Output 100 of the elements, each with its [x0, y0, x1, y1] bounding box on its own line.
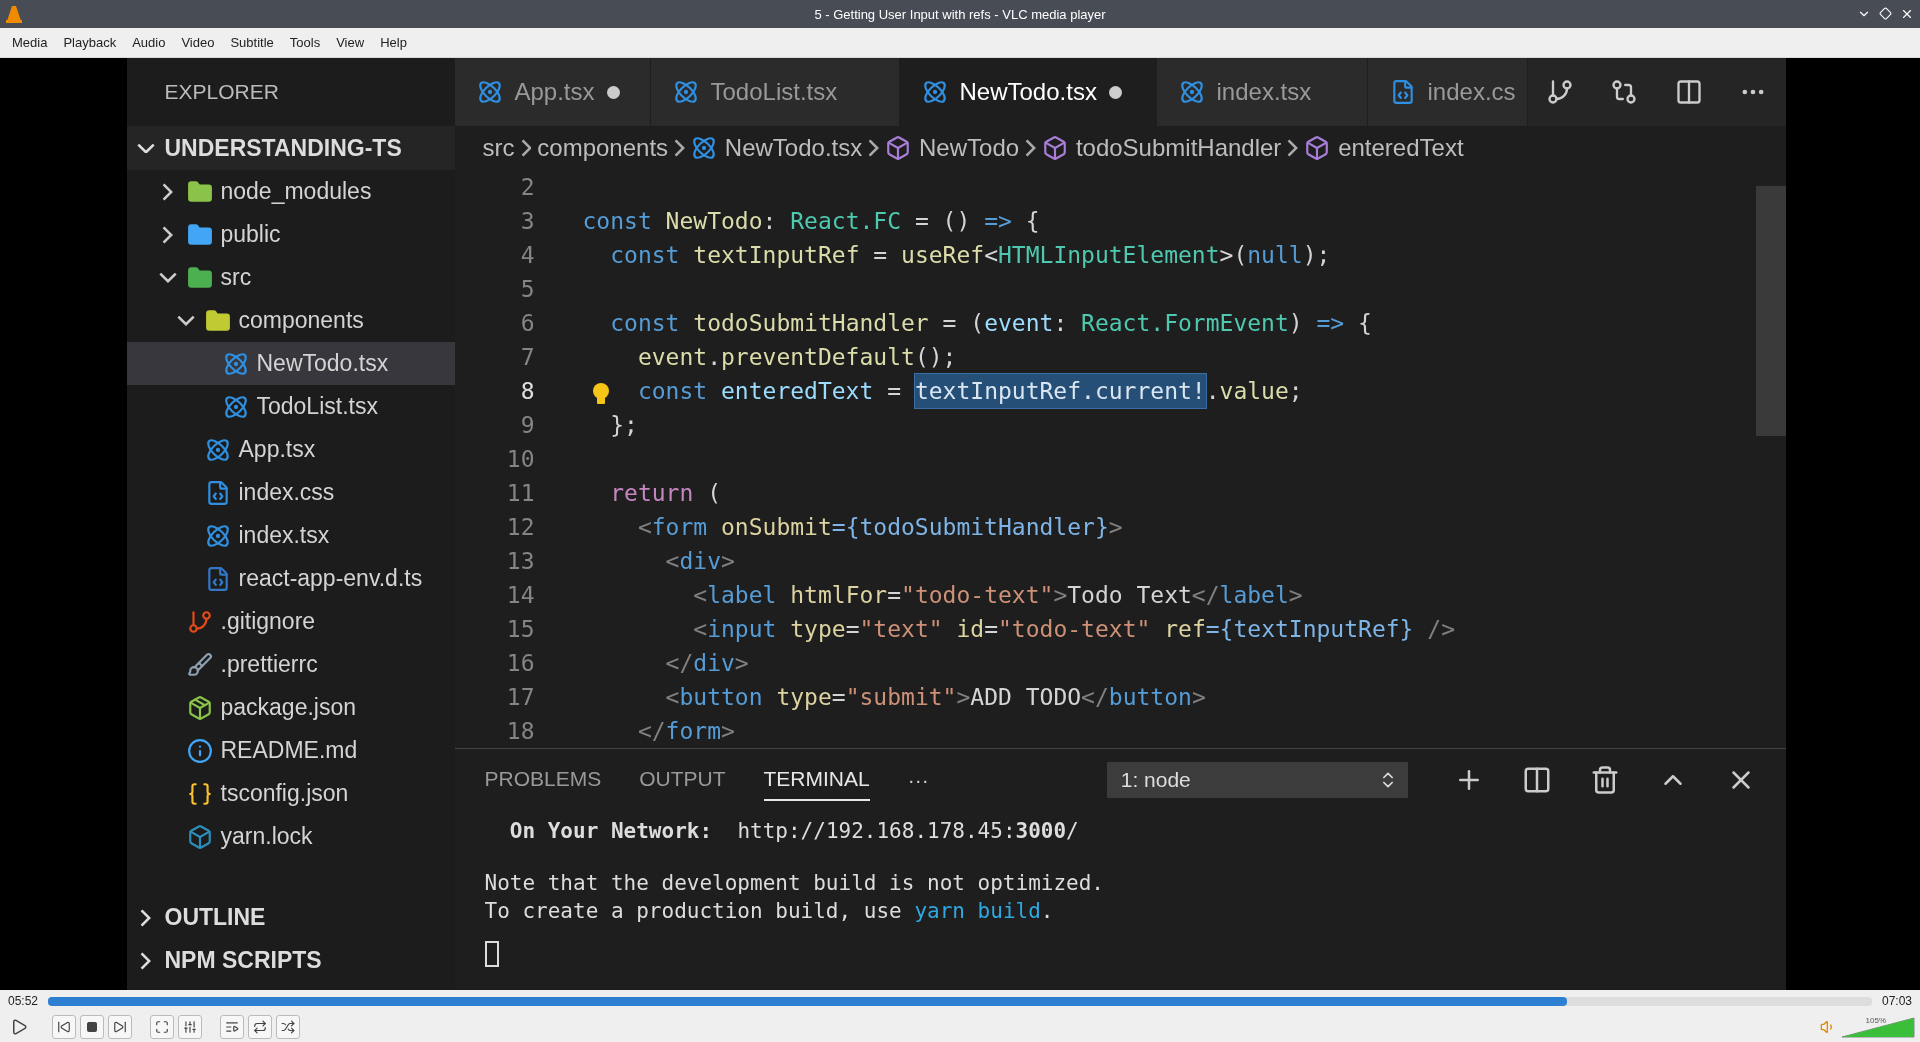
code-token: htmlFor	[790, 581, 888, 610]
breadcrumb-item[interactable]: NewTodo	[885, 134, 1020, 162]
file-tree-item[interactable]: index.css	[126, 471, 455, 514]
code-token: .	[1205, 377, 1220, 406]
menu-item[interactable]: Audio	[124, 35, 174, 50]
loop-button[interactable]	[248, 1015, 272, 1039]
file-tree-item[interactable]: src	[126, 256, 455, 299]
box-icon	[885, 135, 912, 161]
split-editor-icon[interactable]	[1674, 78, 1703, 106]
box-icon	[186, 823, 213, 850]
close-icon[interactable]	[1900, 7, 1914, 21]
stop-button[interactable]	[80, 1015, 104, 1039]
breadcrumb-item[interactable]: src	[482, 134, 515, 162]
chevron-right-icon	[140, 908, 151, 927]
code-token: event	[984, 309, 1054, 338]
panel-tab[interactable]: PROBLEMS	[484, 759, 602, 801]
explorer-title: EXPLORER	[163, 79, 280, 105]
git-branch-icon[interactable]	[1545, 78, 1574, 106]
editor-tab[interactable]: NewTodo.tsx	[899, 58, 1157, 126]
sidebar-section[interactable]: NPM SCRIPTS	[126, 939, 455, 982]
scrollbar[interactable]	[1755, 186, 1786, 436]
maximize-icon[interactable]	[1879, 7, 1892, 20]
shuffle-icon	[281, 1020, 295, 1034]
file-tree-item[interactable]: components	[126, 299, 455, 342]
file-tree-item[interactable]: .gitignore	[126, 600, 455, 643]
chevron-down-icon	[176, 315, 195, 326]
code-token: =>	[1316, 309, 1345, 338]
more-menu[interactable]: ···	[907, 768, 929, 792]
code-token: button	[679, 683, 763, 712]
code-token: ADD TODO	[970, 683, 1082, 712]
volume-slider[interactable]: 105%	[1842, 1016, 1916, 1038]
menu-item[interactable]: Video	[173, 35, 223, 50]
seek-bar[interactable]	[48, 996, 1872, 1006]
code-token: </	[665, 649, 694, 678]
terminal-select[interactable]: 1: node	[1106, 762, 1408, 798]
file-tree-item[interactable]: yarn.lock	[126, 815, 455, 858]
shuffle-button[interactable]	[276, 1015, 300, 1039]
editor-tab[interactable]: App.tsx	[454, 58, 651, 126]
git-branch-icon	[186, 608, 213, 635]
code-token: =>	[984, 207, 1012, 236]
breadcrumb-item[interactable]: enteredText	[1304, 134, 1464, 162]
file-tree-item[interactable]: .prettierrc	[126, 643, 455, 686]
editor-tab[interactable]: TodoList.tsx	[650, 58, 900, 126]
code-token: <	[984, 241, 998, 270]
code-token: Todo Text	[1067, 581, 1192, 610]
chevron-right-icon	[1025, 139, 1036, 157]
react-atom-icon	[1178, 79, 1205, 105]
code-token: =	[887, 377, 903, 406]
extended-settings-button[interactable]	[178, 1015, 202, 1039]
react-atom-icon	[672, 79, 699, 105]
file-tree-item[interactable]: react-app-env.d.ts	[126, 557, 455, 600]
file-tree-item[interactable]: tsconfig.json	[126, 772, 455, 815]
panel-tab[interactable]: OUTPUT	[639, 759, 726, 801]
breadcrumb-item[interactable]: todoSubmitHandler	[1041, 134, 1282, 162]
file-tree-item[interactable]: node_modules	[126, 170, 455, 213]
menu-item[interactable]: Tools	[281, 35, 329, 50]
fullscreen-button[interactable]	[150, 1015, 174, 1039]
menu-item[interactable]: Help	[372, 35, 415, 50]
next-button[interactable]	[108, 1015, 132, 1039]
lightbulb-icon[interactable]	[590, 380, 611, 402]
file-tree-item[interactable]: README.md	[126, 729, 455, 772]
menu-item[interactable]: Media	[4, 35, 56, 50]
code-token: <	[637, 513, 652, 542]
file-tree-item[interactable]: TodoList.tsx	[126, 385, 455, 428]
code-token: </	[637, 717, 666, 746]
sidebar-section[interactable]: OUTLINE	[126, 896, 455, 939]
chevron-right-icon	[1287, 139, 1299, 157]
line-number: 17	[506, 683, 535, 712]
unsaved-dot-icon	[606, 85, 620, 99]
chevron-down-icon	[136, 142, 155, 154]
editor-tab[interactable]: index.tsx	[1156, 58, 1368, 126]
editor-tab[interactable]: index.cs	[1367, 58, 1528, 126]
file-tree-item[interactable]: App.tsx	[126, 428, 455, 471]
code-token: "todo-text"	[901, 581, 1054, 610]
code-token: <	[665, 683, 680, 712]
code-token: <	[665, 547, 680, 576]
menu-item[interactable]: Playback	[55, 35, 125, 50]
breadcrumb-item[interactable]: NewTodo.tsx	[690, 134, 863, 162]
react-atom-icon	[476, 79, 503, 105]
line-number: 12	[506, 513, 535, 542]
project-header[interactable]: UNDERSTANDING-TS	[126, 126, 455, 170]
menu-item[interactable]: Subtitle	[222, 35, 282, 50]
panel-tab[interactable]: TERMINAL	[763, 759, 870, 801]
elapsed-time: 05:52	[8, 994, 39, 1008]
playlist-button[interactable]	[220, 1015, 244, 1039]
box-icon	[1041, 135, 1068, 161]
previous-button[interactable]	[52, 1015, 76, 1039]
code-token: >	[721, 547, 735, 576]
file-tree-item[interactable]: NewTodo.tsx	[126, 342, 455, 385]
breadcrumb-item[interactable]: components	[537, 134, 669, 162]
menu-item[interactable]: View	[328, 35, 373, 50]
file-tree-item[interactable]: package.json	[126, 686, 455, 729]
code-token: form	[651, 513, 708, 542]
code-token: todoSubmitHandler	[693, 309, 929, 338]
code-token: ();	[914, 343, 957, 372]
compare-icon[interactable]	[1610, 78, 1639, 106]
file-tree-item[interactable]: public	[126, 213, 455, 256]
code-token: >(	[1219, 241, 1248, 270]
code-token: =	[845, 615, 860, 644]
file-tree-item[interactable]: index.tsx	[126, 514, 455, 557]
